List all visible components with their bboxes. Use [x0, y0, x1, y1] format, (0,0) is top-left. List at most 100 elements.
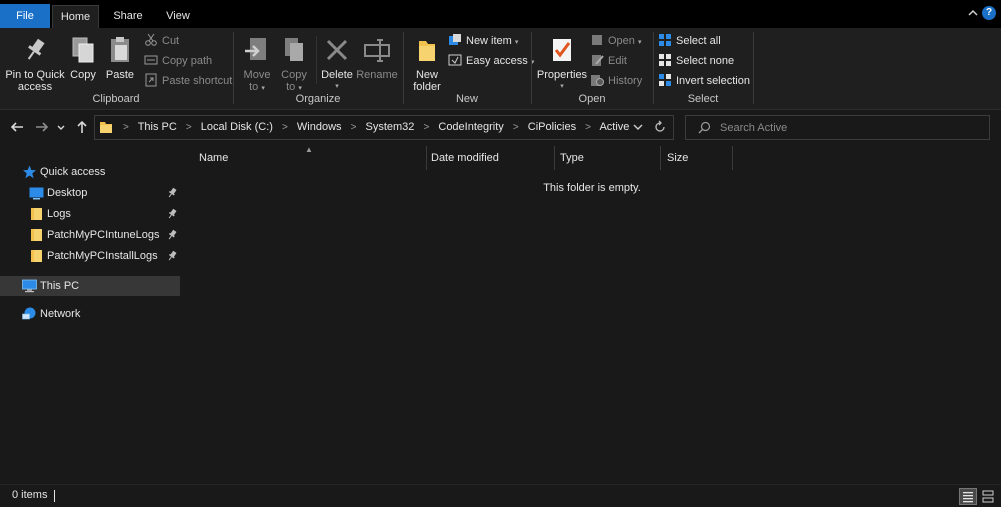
breadcrumb-this-pc[interactable]: This PC [138, 121, 177, 133]
up-button[interactable] [74, 119, 90, 135]
column-header-date-modified[interactable]: Date modified [427, 146, 555, 170]
tab-file[interactable]: File [0, 4, 50, 28]
select-none-icon [658, 53, 672, 67]
details-view-button[interactable] [959, 488, 977, 505]
search-input[interactable] [720, 119, 980, 136]
paste-shortcut-button[interactable]: Paste shortcut [144, 72, 232, 90]
delete-button[interactable]: Delete ▾ [320, 32, 354, 93]
select-all-label: Select all [676, 35, 721, 47]
copy-to-icon [278, 34, 310, 66]
copy-to-button[interactable]: Copy to ▾ [276, 32, 312, 95]
column-header-type[interactable]: Type [555, 146, 661, 170]
recent-locations-button[interactable] [56, 119, 66, 135]
address-dropdown-icon[interactable] [633, 121, 643, 133]
large-icons-view-button[interactable] [980, 488, 998, 505]
breadcrumb-system32[interactable]: System32 [365, 121, 414, 133]
breadcrumb-separator[interactable]: > [123, 122, 129, 133]
pin-icon[interactable] [167, 229, 177, 241]
nav-desktop[interactable]: Desktop [0, 183, 180, 203]
rename-button[interactable]: Rename [356, 32, 398, 81]
nav-desktop-label: Desktop [47, 187, 88, 199]
invert-selection-label: Invert selection [676, 75, 750, 87]
move-to-button[interactable]: Move to ▾ [238, 32, 276, 95]
delete-dropdown-caret[interactable]: ▾ [320, 81, 354, 93]
nav-logs[interactable]: Logs [0, 204, 180, 224]
nav-patchmypcintunelogs[interactable]: PatchMyPCIntuneLogs [0, 225, 180, 245]
breadcrumb-codeintegrity[interactable]: CodeIntegrity [438, 121, 503, 133]
paste-button[interactable]: Paste [102, 32, 138, 81]
new-folder-label-line2: folder [413, 81, 441, 93]
pin-icon[interactable] [167, 187, 177, 199]
column-header-name[interactable]: Name [183, 146, 427, 170]
pin-to-quick-access-button[interactable]: Pin to Quick access [4, 32, 66, 93]
copy-button[interactable]: Copy [66, 32, 100, 81]
clipboard-group-label: Clipboard [92, 93, 140, 105]
refresh-icon[interactable] [653, 120, 667, 134]
new-folder-button[interactable]: New folder [406, 32, 448, 93]
tab-home[interactable]: Home [52, 5, 99, 28]
new-group-label: New [455, 93, 478, 105]
breadcrumb-separator[interactable]: > [282, 122, 288, 133]
back-button[interactable] [9, 119, 25, 135]
new-folder-label-line1: New [415, 69, 438, 81]
properties-button[interactable]: Properties ▾ [536, 32, 588, 93]
copy-path-icon [144, 53, 158, 67]
properties-dropdown-caret[interactable]: ▾ [536, 81, 588, 93]
copy-path-button[interactable]: Copy path [144, 52, 212, 70]
breadcrumb-windows[interactable]: Windows [297, 121, 342, 133]
help-icon[interactable]: ? [982, 6, 996, 20]
nav-quick-access[interactable]: Quick access [0, 162, 180, 182]
paste-label: Paste [105, 69, 135, 81]
tab-share[interactable]: Share [106, 5, 150, 28]
folder-icon [31, 208, 42, 220]
new-item-button[interactable]: New item ▾ [448, 32, 518, 50]
cut-button[interactable]: Cut [144, 32, 179, 50]
invert-selection-button[interactable]: Invert selection [658, 72, 750, 90]
breadcrumb-separator[interactable]: > [423, 122, 429, 133]
open-icon [590, 33, 604, 47]
select-all-button[interactable]: Select all [658, 32, 721, 50]
nav-this-pc[interactable]: This PC [0, 276, 180, 296]
paste-icon [104, 34, 136, 66]
history-button[interactable]: History [590, 72, 642, 90]
edit-icon [590, 53, 604, 67]
breadcrumb-separator[interactable]: > [585, 122, 591, 133]
breadcrumb-local-disk[interactable]: Local Disk (C:) [201, 121, 273, 133]
nav-patchmypcinstalllogs[interactable]: PatchMyPCInstallLogs [0, 246, 180, 266]
paste-shortcut-icon [144, 73, 158, 87]
pin-icon[interactable] [167, 208, 177, 220]
search-box[interactable] [685, 115, 990, 140]
navigation-pane: Quick access Desktop Logs PatchMyPCIntun… [0, 146, 183, 484]
new-item-icon [448, 33, 462, 47]
pin-icon[interactable] [167, 250, 177, 262]
forward-arrow-icon [36, 122, 49, 132]
address-bar[interactable]: > This PC > Local Disk (C:) > Windows > … [94, 115, 674, 140]
new-folder-icon [411, 34, 443, 66]
edit-button[interactable]: Edit [590, 52, 627, 70]
tab-view[interactable]: View [157, 5, 199, 28]
breadcrumb-separator[interactable]: > [513, 122, 519, 133]
easy-access-icon [448, 53, 462, 67]
invert-selection-icon [658, 73, 672, 87]
breadcrumb-active[interactable]: Active [599, 121, 629, 133]
breadcrumb-cipolicies[interactable]: CiPolicies [528, 121, 576, 133]
forward-button[interactable] [34, 119, 50, 135]
breadcrumb-separator[interactable]: > [351, 122, 357, 133]
open-button[interactable]: Open ▾ [590, 32, 642, 50]
file-list[interactable]: ▲ Name Date modified Type Size This fold… [183, 145, 1001, 484]
network-icon [22, 307, 36, 320]
nav-network[interactable]: Network [0, 304, 180, 324]
select-none-button[interactable]: Select none [658, 52, 734, 70]
easy-access-button[interactable]: Easy access ▾ [448, 52, 534, 70]
move-to-label-line1: Move [243, 69, 271, 81]
copy-path-label: Copy path [162, 55, 213, 67]
ribbon: Pin to Quick access Copy Paste Cut Copy … [0, 28, 1001, 110]
copy-label: Copy [70, 69, 96, 81]
rename-label: Rename [356, 69, 398, 81]
column-header-size[interactable]: Size [661, 146, 733, 170]
empty-folder-message: This folder is empty. [543, 182, 641, 194]
easy-access-label: Easy access [466, 55, 528, 67]
new-item-label: New item [466, 35, 512, 47]
breadcrumb-separator[interactable]: > [186, 122, 192, 133]
collapse-ribbon-icon[interactable] [967, 7, 979, 19]
